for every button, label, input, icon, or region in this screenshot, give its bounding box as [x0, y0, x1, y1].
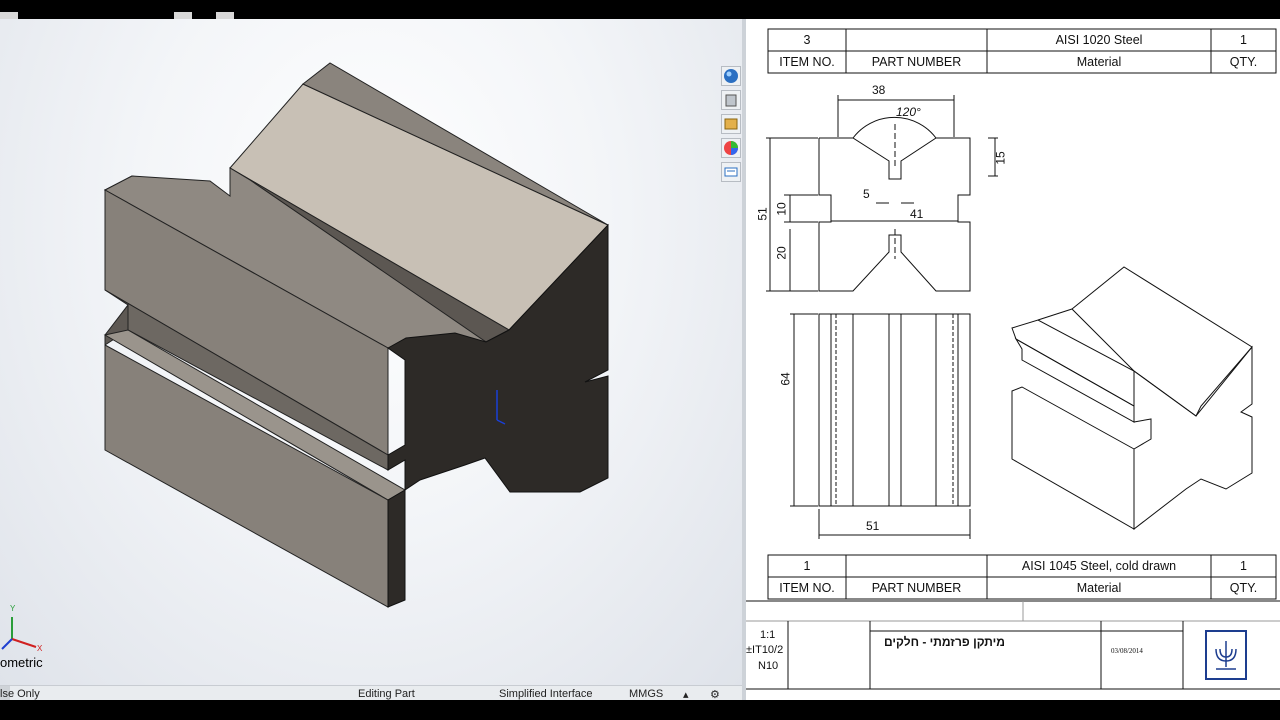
coordinate-triad: Y X: [1, 604, 43, 653]
title-tolerance: ±IT10/2: [746, 644, 784, 656]
title-scale: 1:1: [760, 629, 776, 641]
drawing-title: מיתקן פרזמתי - חלקים: [884, 635, 1006, 649]
status-editing: Editing Part: [358, 688, 415, 700]
toolbar-stub[interactable]: [0, 12, 18, 19]
file-explorer-icon[interactable]: [721, 114, 741, 134]
dim-slot-width[interactable]: 5: [863, 187, 870, 201]
design-library-icon[interactable]: [721, 90, 741, 110]
bom-top-header-item: ITEM NO.: [779, 55, 835, 69]
bom-bottom-header-qty: QTY.: [1229, 581, 1258, 595]
title-finish: N10: [758, 660, 779, 672]
dim-groove-span[interactable]: 41: [910, 207, 923, 221]
dim-lower-height[interactable]: 20: [775, 246, 789, 259]
toolbar-stub[interactable]: [174, 12, 192, 19]
top-toolbar: [0, 0, 1280, 19]
status-bar: lse Only Editing Part Simplified Interfa…: [0, 685, 742, 701]
toolbar-stub[interactable]: [216, 12, 234, 19]
bom-top-qty: 1: [1240, 33, 1247, 47]
dim-angle[interactable]: 120°: [896, 105, 921, 119]
drawing-sheet[interactable]: 3 AISI 1020 Steel 1 ITEM NO. PART NUMBER…: [746, 19, 1280, 700]
graphics-viewport[interactable]: Y X ometric: [0, 19, 742, 685]
dim-bottom-width[interactable]: 51: [866, 519, 879, 533]
bom-bottom-material: AISI 1045 Steel, cold drawn: [1021, 559, 1177, 573]
bom-top-item: 3: [803, 33, 811, 47]
bom-bottom-header-part: PART NUMBER: [871, 581, 962, 595]
view-orientation-label: ometric: [0, 655, 43, 670]
status-interface: Simplified Interface: [499, 688, 593, 700]
view-palette-icon[interactable]: [721, 66, 741, 86]
bom-top-material: AISI 1020 Steel: [1055, 33, 1143, 47]
bom-top-header-qty: QTY.: [1229, 55, 1258, 69]
v-block-3d-model[interactable]: [0, 19, 742, 685]
emblem-icon: [1205, 630, 1247, 680]
svg-text:X: X: [37, 644, 43, 653]
task-pane-tabs: [719, 64, 743, 184]
appearances-icon[interactable]: [721, 138, 741, 158]
dim-v-depth[interactable]: 15: [994, 151, 1008, 164]
title-date: 03/08/2014: [1111, 647, 1143, 655]
bottom-frame: [0, 700, 1280, 720]
bom-top-header-material: Material: [1076, 55, 1122, 69]
bom-bottom-qty: 1: [1240, 559, 1247, 573]
dim-length[interactable]: 64: [779, 372, 793, 385]
dim-top-width[interactable]: 38: [872, 83, 885, 97]
bom-bottom-header-item: ITEM NO.: [779, 581, 835, 595]
svg-text:Y: Y: [10, 604, 16, 613]
bom-bottom-item: 1: [803, 559, 811, 573]
dim-overall-height[interactable]: 51: [756, 207, 770, 220]
status-units[interactable]: MMGS: [629, 688, 663, 700]
bom-bottom-header-material: Material: [1076, 581, 1122, 595]
drawing-lines: [746, 28, 1280, 690]
dim-groove-height[interactable]: 10: [775, 202, 789, 215]
status-mode: lse Only: [0, 688, 40, 700]
custom-properties-icon[interactable]: [721, 162, 741, 182]
bom-top-header-part: PART NUMBER: [871, 55, 962, 69]
